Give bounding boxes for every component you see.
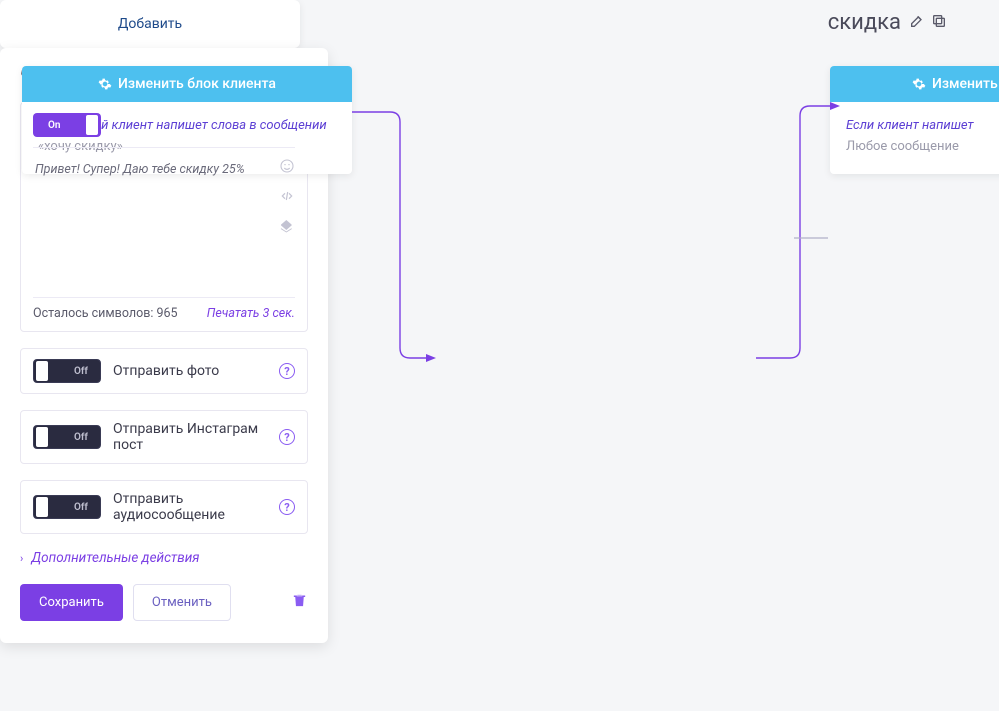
add-block-card[interactable]: Добавить — [0, 0, 300, 48]
client-block-right-header[interactable]: Изменить — [830, 66, 999, 102]
action-buttons: Сохранить Отменить — [20, 584, 308, 621]
toggle-knob — [36, 427, 48, 447]
send-instagram-section: Off Отправить Инстаграм пост ? — [20, 410, 308, 464]
tags-icon[interactable] — [279, 218, 295, 238]
delete-button[interactable] — [291, 592, 308, 613]
gear-icon — [912, 77, 926, 91]
help-icon[interactable]: ? — [279, 429, 295, 445]
send-instagram-label: Отправить Инстаграм пост — [113, 421, 267, 453]
toggle-knob — [86, 115, 98, 135]
chevron-right-icon: › — [20, 552, 23, 565]
help-icon[interactable]: ? — [279, 363, 295, 379]
page-title-bar: скидка — [828, 10, 947, 35]
toggle-knob — [36, 497, 48, 517]
typing-delay[interactable]: Печатать 3 сек. — [207, 306, 295, 321]
client-right-any: Любое сообщение — [846, 139, 959, 154]
client-right-condition: Если клиент напишет — [846, 118, 974, 133]
client-block-right: Изменить Если клиент напишет Любое сообщ… — [830, 66, 999, 174]
send-audio-label: Отправить аудиосообщение — [113, 491, 267, 523]
cancel-button[interactable]: Отменить — [133, 584, 231, 621]
send-photo-toggle[interactable]: Off — [33, 359, 101, 383]
save-button[interactable]: Сохранить — [20, 584, 123, 621]
gear-icon — [98, 77, 112, 91]
add-block-label: Добавить — [118, 16, 182, 32]
connector-right-add — [792, 228, 842, 248]
code-icon[interactable] — [279, 188, 295, 208]
send-photo-label: Отправить фото — [113, 363, 267, 379]
page-title: скидка — [828, 10, 901, 35]
more-actions-link[interactable]: › Дополнительные действия — [20, 550, 308, 566]
emoji-icon[interactable] — [279, 158, 295, 178]
message-text: Привет! Супер! Даю тебе скидку 25% — [35, 162, 245, 177]
send-photo-section: Off Отправить фото ? — [20, 348, 308, 394]
toggle-knob — [36, 361, 48, 381]
client-block-right-body: Если клиент напишет Любое сообщение — [830, 102, 999, 174]
client-block-right-header-label: Изменить — [932, 76, 998, 92]
more-actions-label: Дополнительные действия — [31, 550, 199, 566]
trash-icon — [291, 592, 308, 609]
send-message-toggle[interactable]: On — [33, 113, 101, 137]
client-block-header-label: Изменить блок клиента — [118, 76, 276, 92]
send-instagram-toggle[interactable]: Off — [33, 425, 101, 449]
copy-title-icon[interactable] — [931, 10, 947, 35]
connector-left — [350, 110, 440, 370]
chars-remaining: Осталось символов: 965 — [33, 306, 178, 321]
help-icon[interactable]: ? — [279, 499, 295, 515]
message-textarea[interactable]: Привет! Супер! Даю тебе скидку 25% — [33, 147, 295, 297]
client-block-header[interactable]: Изменить блок клиента — [22, 66, 352, 102]
send-audio-section: Off Отправить аудиосообщение ? — [20, 480, 308, 534]
edit-title-icon[interactable] — [909, 10, 925, 35]
send-audio-toggle[interactable]: Off — [33, 495, 101, 519]
